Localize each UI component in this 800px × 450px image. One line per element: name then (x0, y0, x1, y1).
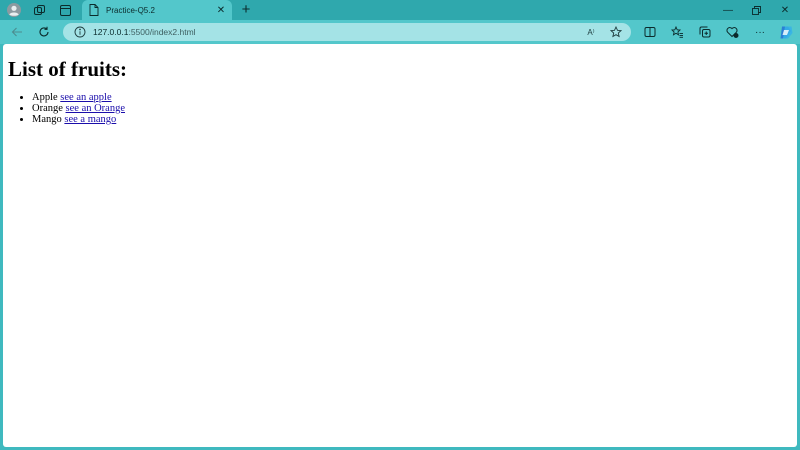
back-arrow-icon[interactable] (9, 24, 25, 40)
minimize-icon[interactable]: — (714, 0, 742, 20)
collections-icon[interactable] (697, 24, 713, 40)
favorites-icon[interactable] (669, 24, 685, 40)
split-screen-icon[interactable] (642, 24, 658, 40)
close-window-icon[interactable]: ✕ (771, 0, 799, 20)
site-info-icon[interactable] (74, 26, 86, 38)
refresh-icon[interactable] (36, 24, 52, 40)
profile-avatar-icon[interactable] (6, 2, 22, 18)
tab-title: Practice-Q5.2 (106, 5, 155, 15)
fruit-name: Orange (32, 103, 63, 114)
tab-strip: Practice-Q5.2 ✕ + — ✕ (0, 0, 800, 20)
fruit-name: Apple (32, 92, 58, 103)
list-item: Apple see an apple (32, 92, 125, 103)
address-url[interactable]: 127.0.0.1:5500/index2.html (93, 23, 196, 41)
new-tab-icon[interactable]: + (238, 2, 254, 18)
page-document-icon (89, 4, 99, 16)
tab-active[interactable]: Practice-Q5.2 ✕ (82, 0, 232, 20)
workspaces-icon[interactable] (31, 2, 47, 18)
url-host: 127.0.0.1 (93, 27, 129, 37)
fruit-name: Mango (32, 114, 62, 125)
fruit-list: Apple see an apple Orange see an Orange … (3, 92, 125, 125)
more-options-icon[interactable]: ··· (752, 24, 768, 40)
fruit-link[interactable]: see an apple (60, 92, 111, 103)
favorite-star-icon[interactable] (609, 25, 623, 39)
browser-essentials-icon[interactable] (724, 24, 740, 40)
close-tab-icon[interactable]: ✕ (214, 3, 228, 17)
url-path: :5500/index2.html (128, 27, 196, 37)
tab-actions-icon[interactable] (57, 2, 73, 18)
page-heading: List of fruits: (8, 57, 127, 81)
page-viewport: List of fruits: Apple see an apple Orang… (3, 44, 797, 447)
address-bar[interactable]: 127.0.0.1:5500/index2.html A⁾ (63, 23, 631, 41)
read-aloud-icon[interactable]: A⁾ (584, 25, 598, 39)
copilot-icon[interactable] (778, 24, 794, 40)
list-item: Mango see a mango (32, 114, 125, 125)
fruit-link[interactable]: see an Orange (66, 103, 125, 114)
toolbar: 127.0.0.1:5500/index2.html A⁾ ··· (0, 20, 800, 44)
fruit-link[interactable]: see a mango (64, 114, 116, 125)
restore-icon[interactable] (742, 0, 770, 20)
list-item: Orange see an Orange (32, 103, 125, 114)
